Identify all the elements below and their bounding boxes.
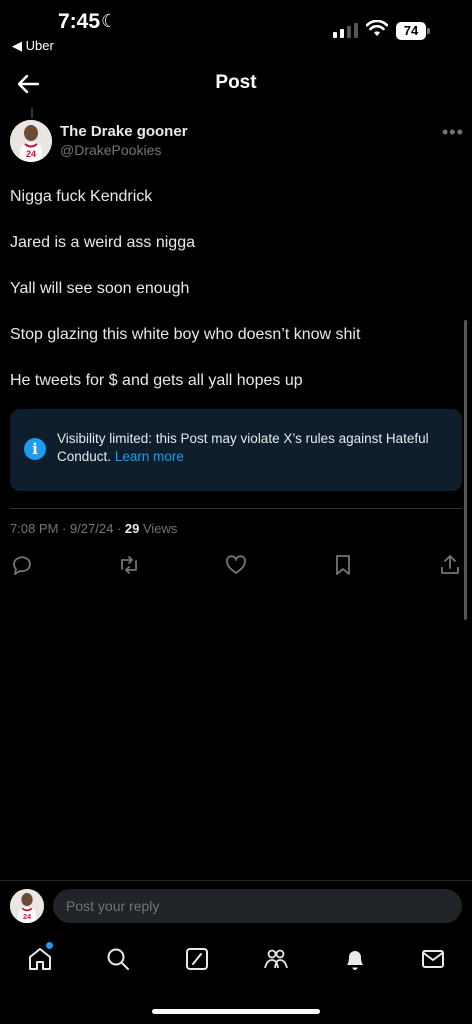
post-text-line: Nigga fuck Kendrick <box>10 188 153 205</box>
home-indicator[interactable] <box>152 1009 320 1014</box>
author-name[interactable]: The Drake gooner <box>60 123 188 140</box>
post-text-line: Stop glazing this white boy who doesn’t … <box>10 326 361 343</box>
status-time: 7:45 <box>58 10 101 33</box>
post-timestamp: 7:08 PM · 9/27/24 · <box>10 521 125 536</box>
bookmark-icon[interactable] <box>331 553 355 577</box>
compose-icon[interactable] <box>184 946 210 972</box>
learn-more-link[interactable]: Learn more <box>115 449 184 464</box>
notifications-icon[interactable] <box>342 946 368 972</box>
post-text-line: He tweets for $ and gets all yall hopes … <box>10 372 303 389</box>
views-count[interactable]: 29 <box>125 521 139 536</box>
reply-icon[interactable] <box>10 553 34 577</box>
search-icon[interactable] <box>105 946 131 972</box>
share-icon[interactable] <box>438 553 462 577</box>
like-icon[interactable] <box>224 553 248 577</box>
more-options-icon[interactable]: ••• <box>442 122 464 143</box>
cellular-signal-icon <box>333 23 358 38</box>
status-bar: 7:45 ☾ ◀ Uber 74 <box>0 0 472 60</box>
avatar-image: 24 <box>10 889 44 923</box>
back-to-app-link[interactable]: ◀ Uber <box>12 38 54 54</box>
post-text-line: Yall will see soon enough <box>10 280 190 297</box>
views-label[interactable]: Views <box>139 521 177 536</box>
post-text-line: Jared is a weird ass nigga <box>10 234 195 251</box>
battery-indicator: 74 <box>396 22 426 40</box>
reply-input[interactable]: Post your reply <box>53 889 462 923</box>
bottom-tab-bar <box>0 930 472 990</box>
scrollbar[interactable] <box>464 320 467 620</box>
messages-icon[interactable] <box>420 946 446 972</box>
home-icon[interactable] <box>27 946 53 972</box>
visibility-notice-message: Visibility limited: this Post may violat… <box>57 431 429 464</box>
page-title: Post <box>215 72 257 93</box>
author-avatar[interactable]: 24 <box>10 120 52 162</box>
avatar-jersey-number: 24 <box>26 149 36 159</box>
avatar-image: 24 <box>10 120 52 162</box>
post-metadata: 7:08 PM · 9/27/24 · 29 Views <box>10 521 177 536</box>
communities-icon[interactable] <box>263 946 289 972</box>
home-notification-dot <box>46 942 53 949</box>
divider <box>10 508 462 509</box>
info-icon: i <box>24 438 46 460</box>
repost-icon[interactable] <box>117 553 141 577</box>
wifi-icon <box>366 20 388 36</box>
battery-tip <box>427 28 430 34</box>
user-avatar[interactable]: 24 <box>10 889 44 923</box>
avatar-jersey-number: 24 <box>23 912 31 921</box>
moon-icon: ☾ <box>101 11 118 31</box>
thread-connector-line <box>31 108 33 118</box>
author-handle[interactable]: @DrakePookies <box>60 142 161 158</box>
visibility-notice-text: Visibility limited: this Post may violat… <box>57 430 452 466</box>
